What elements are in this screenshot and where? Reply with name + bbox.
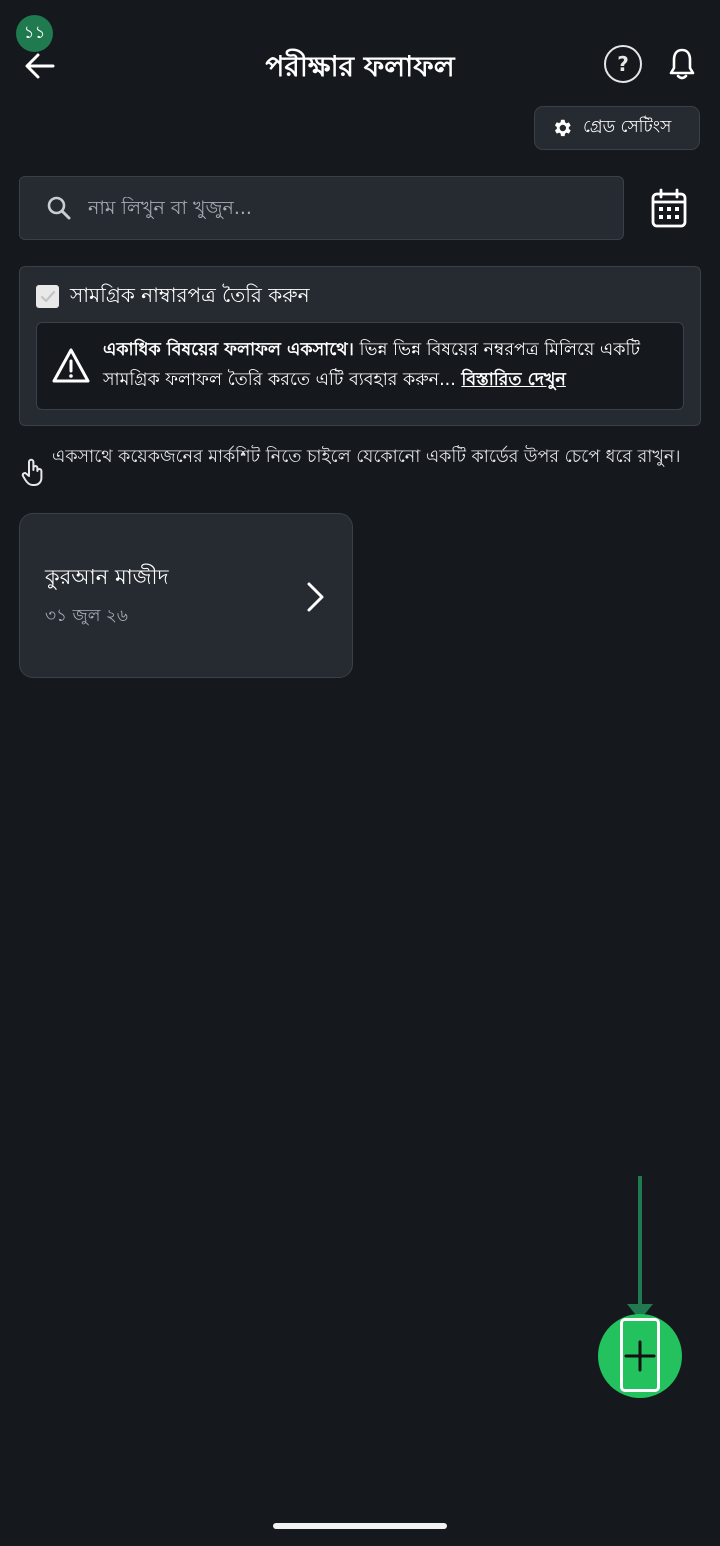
calendar-button[interactable] (648, 186, 690, 230)
details-link[interactable]: বিস্তারিত দেখুন (461, 370, 566, 390)
info-bold-text: একাধিক বিষয়ের ফলাফল একসাথে। (103, 340, 354, 360)
exam-title: কুরআন মাজীদ (45, 565, 169, 589)
search-input[interactable] (88, 197, 568, 219)
calendar-icon (651, 188, 687, 228)
tap-hand-icon (21, 458, 43, 486)
consolidated-checkbox[interactable] (36, 285, 59, 308)
search-icon (47, 196, 71, 220)
warning-icon (52, 348, 90, 383)
help-icon: ? (617, 52, 629, 76)
exam-date: ৩১ জুল ২৬ (45, 606, 128, 626)
exam-card[interactable]: কুরআন মাজীদ ৩১ জুল ২৬ (19, 513, 353, 678)
pointer-arrow-icon (627, 1176, 653, 1320)
page-title: পরীক্ষার ফলাফল (265, 50, 455, 83)
search-bar[interactable] (19, 176, 624, 240)
bell-icon (669, 48, 695, 80)
help-button[interactable]: ? (604, 45, 642, 83)
hint-text: একসাথে কয়েকজনের মার্কশিট নিতে চাইলে যেক… (52, 447, 681, 467)
add-exam-button[interactable] (598, 1314, 682, 1398)
consolidated-checkbox-label[interactable]: সামগ্রিক নাম্বারপত্র তৈরি করুন (70, 281, 310, 314)
info-box: একাধিক বিষয়ের ফলাফল একসাথে। ভিন্ন ভিন্ন… (36, 322, 684, 410)
consolidated-marksheet-panel: সামগ্রিক নাম্বারপত্র তৈরি করুন একাধিক বি… (19, 266, 701, 426)
info-text: একাধিক বিষয়ের ফলাফল একসাথে। ভিন্ন ভিন্ন… (103, 335, 673, 395)
back-button[interactable] (18, 44, 62, 88)
back-arrow-icon (25, 53, 55, 79)
check-icon (40, 290, 55, 302)
home-indicator[interactable] (273, 1523, 447, 1529)
notifications-button[interactable] (662, 44, 702, 84)
grade-settings-label: গ্রেড সেটিংস (583, 117, 672, 137)
grade-settings-button[interactable]: গ্রেড সেটিংস (534, 106, 700, 150)
gear-icon (554, 119, 571, 137)
fab-highlight (620, 1318, 660, 1392)
chevron-right-icon (307, 582, 324, 612)
